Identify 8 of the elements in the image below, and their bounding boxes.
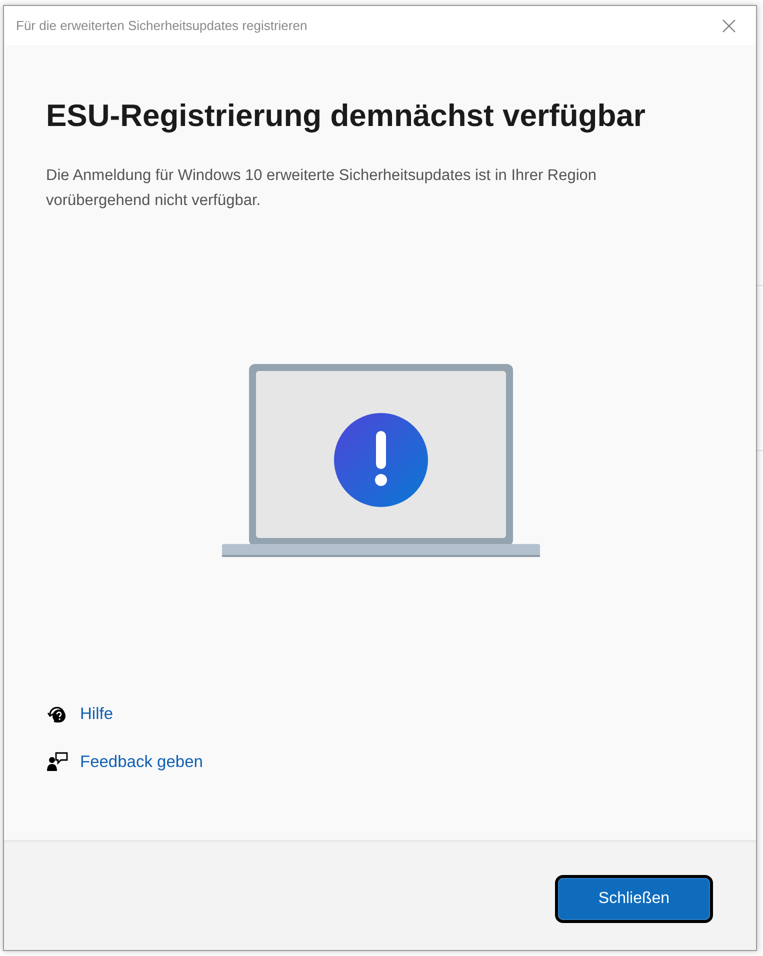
- close-dialog-button[interactable]: Schließen: [558, 878, 710, 920]
- description: Die Anmeldung für Windows 10 erweiterte Sicherheitsupdates ist in Ihrer Region vorübergehend nicht verfügbar.: [46, 166, 598, 211]
- dialog-heading: ESU-Registrierung demnächst verfügbar: [46, 97, 646, 135]
- close-button[interactable]: [722, 18, 736, 32]
- window-title: Für die erweiterten Sicherheitsupdates registrieren: [16, 18, 308, 33]
- feedback-icon: [46, 751, 68, 773]
- help-link[interactable]: Hilfe: [80, 704, 114, 724]
- feedback-link[interactable]: Feedback geben: [80, 752, 203, 772]
